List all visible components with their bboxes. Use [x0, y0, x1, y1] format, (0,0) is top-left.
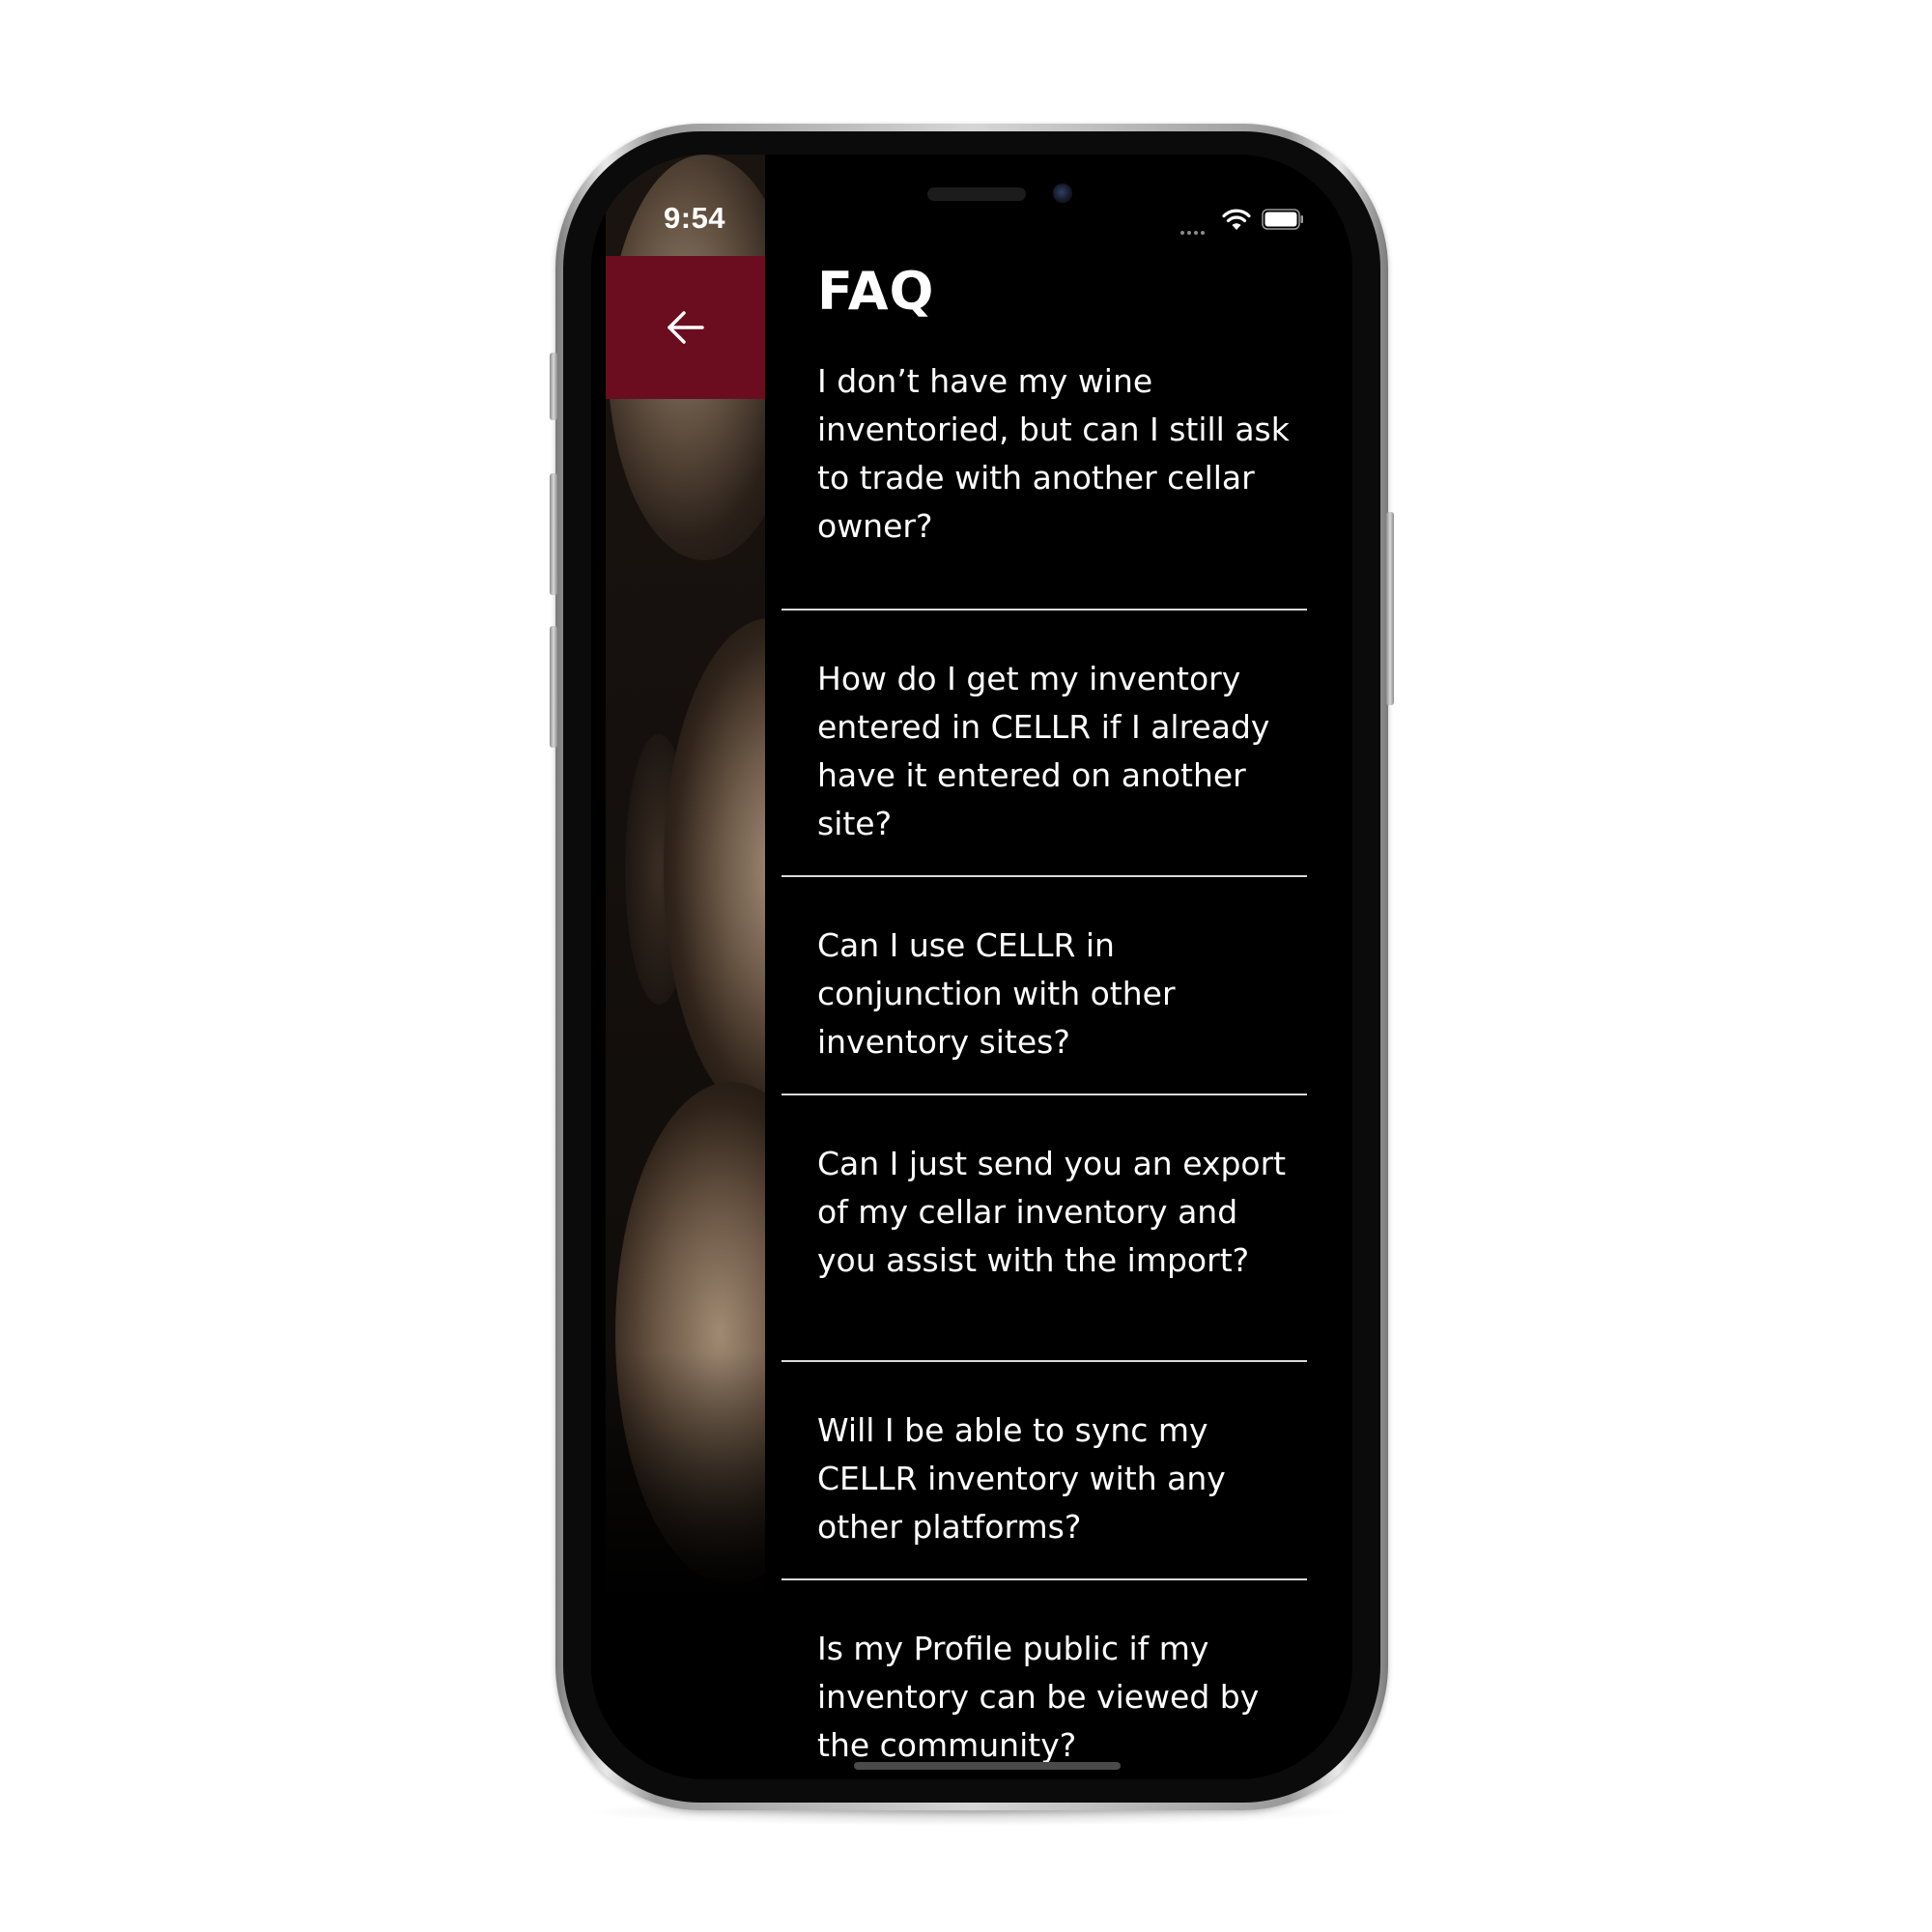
- volume-up-button: [550, 473, 557, 595]
- home-indicator[interactable]: [854, 1762, 1121, 1770]
- back-button[interactable]: [606, 256, 765, 399]
- image-fade: [606, 1352, 765, 1604]
- front-camera: [1053, 184, 1072, 203]
- page-title: FAQ: [817, 261, 935, 322]
- silent-switch: [550, 353, 557, 420]
- barrel-shape: [664, 618, 765, 1121]
- faq-item[interactable]: Is my Profile public if my inventory can…: [781, 1580, 1307, 1779]
- faq-question: Is my Profile public if my inventory can…: [817, 1630, 1260, 1764]
- faq-question: Can I use CELLR in conjunction with othe…: [817, 926, 1176, 1061]
- faq-item[interactable]: Will I be able to sync my CELLR inventor…: [781, 1362, 1307, 1580]
- mockup-stage: 9:54 FAQ I don’t have my wine inventorie…: [0, 0, 1932, 1932]
- wifi-icon: [1222, 209, 1251, 230]
- battery-icon: [1262, 209, 1303, 230]
- earpiece-speaker: [927, 187, 1026, 201]
- arrow-left-icon: [667, 311, 704, 344]
- power-button: [1386, 512, 1394, 705]
- faq-item[interactable]: Can I use CELLR in conjunction with othe…: [781, 877, 1307, 1095]
- faq-question: I don’t have my wine inventoried, but ca…: [817, 362, 1290, 545]
- faq-list: I don’t have my wine inventoried, but ca…: [781, 357, 1307, 1779]
- faq-item[interactable]: I don’t have my wine inventoried, but ca…: [781, 357, 1307, 611]
- faq-question: Will I be able to sync my CELLR inventor…: [817, 1411, 1226, 1546]
- faq-question: Can I just send you an export of my cell…: [817, 1145, 1287, 1279]
- signal-dots-icon: [1180, 220, 1215, 235]
- faq-question: How do I get my inventory entered in CEL…: [817, 660, 1270, 842]
- faq-item[interactable]: How do I get my inventory entered in CEL…: [781, 611, 1307, 877]
- faq-item[interactable]: Can I just send you an export of my cell…: [781, 1095, 1307, 1362]
- volume-down-button: [550, 626, 557, 748]
- phone-screen: 9:54 FAQ I don’t have my wine inventorie…: [591, 155, 1352, 1779]
- status-icons: [1180, 205, 1335, 235]
- status-time: 9:54: [664, 201, 726, 235]
